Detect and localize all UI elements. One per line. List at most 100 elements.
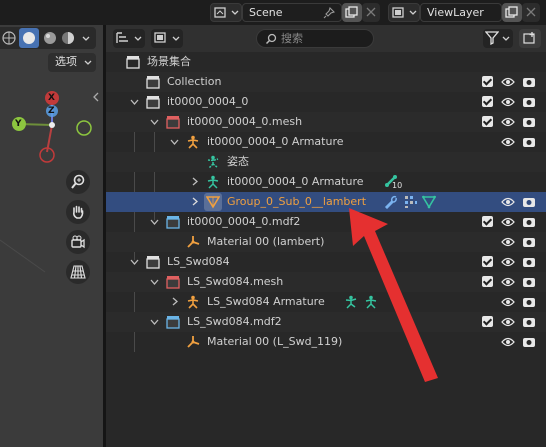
delete-scene-button[interactable] [362, 3, 380, 22]
camera-render-icon[interactable] [522, 296, 536, 308]
chevron-down-icon[interactable] [150, 219, 159, 226]
chevron-down-icon[interactable] [130, 99, 139, 106]
viewlayer-name-field[interactable]: ViewLayer [420, 3, 502, 22]
search-icon [265, 33, 277, 45]
gizmo-axis-x: X [48, 93, 55, 103]
collection-blue-icon [166, 316, 180, 329]
grid-icon [70, 265, 86, 279]
rendered-shading-icon[interactable] [60, 30, 76, 46]
new-collection-button[interactable] [519, 29, 541, 48]
chevron-down-icon[interactable] [150, 279, 159, 286]
collection-icon [146, 76, 160, 89]
chevron-down-icon[interactable] [150, 319, 159, 326]
camera-render-icon[interactable] [522, 256, 536, 268]
chevron-right-icon[interactable] [172, 297, 179, 306]
chevron-down-icon [172, 36, 180, 41]
outliner-row-it0000-collection[interactable]: it0000_0004_0 [106, 92, 546, 112]
outliner-row-ls-armature[interactable]: LS_Swd084 Armature [106, 292, 546, 312]
vertex-groups-icon[interactable] [404, 195, 418, 209]
mesh-object-icon-bg [204, 193, 222, 211]
filter-type-dropdown[interactable] [151, 29, 183, 48]
perspective-toggle-button[interactable] [66, 260, 90, 284]
eye-icon[interactable] [501, 257, 515, 267]
eye-icon[interactable] [501, 117, 515, 127]
viewlayer-browse-button[interactable] [388, 3, 420, 22]
chevron-down-icon[interactable] [82, 36, 90, 42]
mesh-data-icon[interactable] [422, 195, 436, 209]
chevron-down-icon[interactable] [170, 139, 179, 146]
wrench-modifier-icon[interactable] [384, 195, 398, 209]
outliner-row-collection[interactable]: Collection [106, 72, 546, 92]
outliner-row-mesh-collection[interactable]: it0000_0004_0.mesh [106, 112, 546, 132]
camera-render-icon[interactable] [522, 96, 536, 108]
scene-name-field[interactable]: Scene [242, 3, 342, 22]
eye-icon[interactable] [501, 197, 515, 207]
row-label: LS_Swd084 [167, 255, 230, 268]
solid-shading-button[interactable] [19, 28, 39, 48]
outliner-row-scene-collection[interactable]: 场景集合 [106, 52, 546, 72]
outliner-row-mdf2-collection[interactable]: it0000_0004_0.mdf2 [106, 212, 546, 232]
camera-render-icon[interactable] [522, 276, 536, 288]
outliner-row-pose[interactable]: 姿态 [106, 152, 546, 172]
eye-icon[interactable] [501, 217, 515, 227]
filter-dropdown[interactable] [483, 29, 513, 48]
outliner-row-ls-mesh-collection[interactable]: LS_Swd084.mesh [106, 272, 546, 292]
chevron-down-icon [134, 36, 142, 41]
chevron-down-icon[interactable] [130, 259, 139, 266]
eye-icon[interactable] [501, 277, 515, 287]
chevron-right-icon[interactable] [192, 177, 199, 186]
outliner-row-ls-material[interactable]: Material 00 (L_Swd_119) [106, 332, 546, 352]
row-label: Group_0_Sub_0__lambert [227, 195, 367, 208]
pin-icon[interactable] [323, 7, 335, 19]
row-label: Material 00 (L_Swd_119) [207, 335, 343, 348]
exclude-checkbox[interactable] [482, 316, 493, 327]
eye-icon[interactable] [501, 77, 515, 87]
pan-button[interactable] [66, 200, 90, 224]
delete-viewlayer-button[interactable] [522, 3, 540, 22]
eye-icon[interactable] [501, 317, 515, 327]
outliner-row-ls-mdf2-collection[interactable]: LS_Swd084.mdf2 [106, 312, 546, 332]
outliner-row-armature-data[interactable]: it0000_0004_0 Armature 10 [106, 172, 546, 192]
chevron-right-icon[interactable] [192, 197, 199, 206]
camera-render-icon[interactable] [522, 196, 536, 208]
row-label: it0000_0004_0 [167, 95, 249, 108]
options-dropdown[interactable]: 选项 [48, 53, 96, 72]
camera-render-icon[interactable] [522, 236, 536, 248]
outliner-row-ls-swd084-collection[interactable]: LS_Swd084 [106, 252, 546, 272]
exclude-checkbox[interactable] [482, 216, 493, 227]
camera-render-icon[interactable] [522, 136, 536, 148]
exclude-checkbox[interactable] [482, 256, 493, 267]
outliner-search-field[interactable]: 搜索 [256, 29, 374, 48]
eye-icon[interactable] [501, 297, 515, 307]
eye-icon[interactable] [501, 137, 515, 147]
material-preview-shading-icon[interactable] [42, 30, 58, 46]
eye-icon[interactable] [501, 337, 515, 347]
outliner-row-material-lambert[interactable]: Material 00 (lambert) [106, 232, 546, 252]
camera-render-icon[interactable] [522, 76, 536, 88]
zoom-button[interactable] [66, 170, 90, 194]
camera-view-button[interactable] [66, 230, 90, 254]
exclude-checkbox[interactable] [482, 76, 493, 87]
chevron-down-icon[interactable] [150, 119, 159, 126]
camera-render-icon[interactable] [522, 116, 536, 128]
exclude-checkbox[interactable] [482, 276, 493, 287]
camera-render-icon[interactable] [522, 216, 536, 228]
pose-icon [207, 155, 219, 169]
camera-render-icon[interactable] [522, 316, 536, 328]
outliner-row-mesh-object-selected[interactable]: Group_0_Sub_0__lambert [106, 192, 546, 212]
eye-icon[interactable] [501, 97, 515, 107]
exclude-checkbox[interactable] [482, 116, 493, 127]
wireframe-shading-icon[interactable] [1, 30, 17, 46]
armature-icon [187, 295, 199, 309]
new-viewlayer-button[interactable] [502, 3, 522, 22]
scene-browse-button[interactable] [210, 3, 242, 22]
eye-icon[interactable] [501, 237, 515, 247]
pose-icon[interactable] [344, 295, 358, 309]
camera-render-icon[interactable] [522, 336, 536, 348]
exclude-checkbox[interactable] [482, 96, 493, 107]
outliner-row-armature-object[interactable]: it0000_0004_0 Armature [106, 132, 546, 152]
new-scene-button[interactable] [342, 3, 362, 22]
armature-data-icon[interactable] [364, 295, 378, 309]
row-label: it0000_0004_0 Armature [207, 135, 344, 148]
display-mode-dropdown[interactable] [113, 29, 145, 48]
